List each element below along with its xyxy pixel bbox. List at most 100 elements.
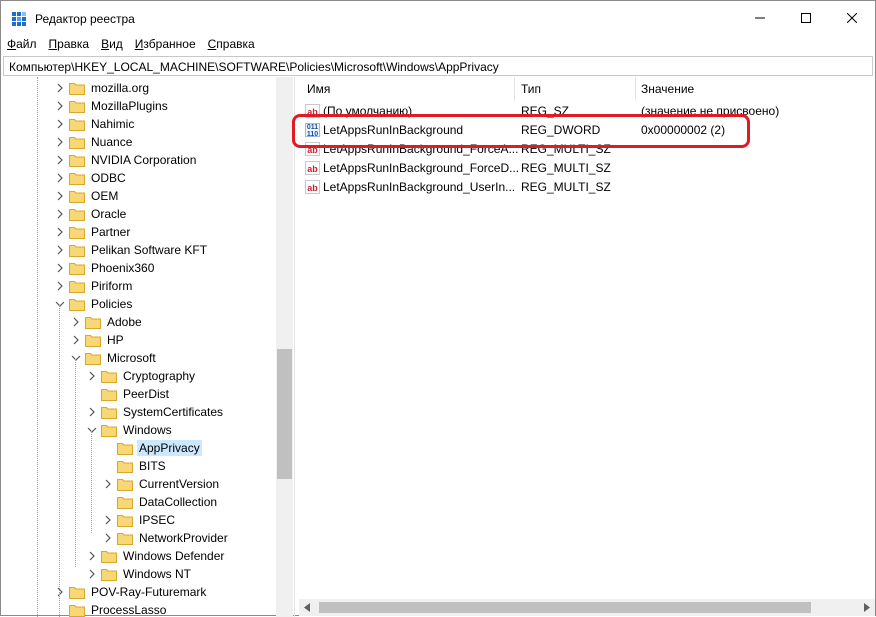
menu-file[interactable]: Файл xyxy=(1,35,43,55)
chevron-right-icon[interactable] xyxy=(71,335,81,345)
chevron-right-icon[interactable] xyxy=(55,587,65,597)
chevron-right-icon[interactable] xyxy=(55,281,65,291)
tree-item-label: Phoenix360 xyxy=(91,261,155,275)
column-type-header[interactable]: Тип xyxy=(521,82,541,100)
chevron-right-icon[interactable] xyxy=(55,101,65,111)
tree-item[interactable]: Phoenix360 xyxy=(55,259,156,277)
tree-item[interactable]: Windows xyxy=(87,421,174,439)
close-button[interactable] xyxy=(829,1,875,35)
tree-item[interactable]: BITS xyxy=(103,457,168,475)
chevron-right-icon[interactable] xyxy=(71,317,81,327)
tree-item[interactable]: OEM xyxy=(55,187,120,205)
tree-item[interactable]: MozillaPlugins xyxy=(55,97,170,115)
tree-item[interactable]: Policies xyxy=(55,295,134,313)
blank-icon xyxy=(103,443,113,453)
chevron-right-icon[interactable] xyxy=(87,569,97,579)
folder-icon xyxy=(117,442,133,455)
menu-edit[interactable]: Правка xyxy=(43,35,96,55)
folder-icon xyxy=(69,604,85,617)
scroll-right-icon[interactable] xyxy=(863,603,871,612)
tree-item[interactable]: Nuance xyxy=(55,133,134,151)
folder-icon xyxy=(101,550,117,563)
folder-icon xyxy=(69,190,85,203)
tree-item[interactable]: ODBC xyxy=(55,169,128,187)
column-divider[interactable] xyxy=(514,77,515,101)
values-scroll-thumb[interactable] xyxy=(319,602,811,613)
chevron-right-icon[interactable] xyxy=(103,533,113,543)
tree-item[interactable]: Windows Defender xyxy=(87,547,226,565)
folder-icon xyxy=(101,568,117,581)
column-divider[interactable] xyxy=(635,77,636,101)
tree-item[interactable]: mozilla.org xyxy=(55,79,151,97)
tree-item[interactable]: DataCollection xyxy=(103,493,219,511)
tree-item[interactable]: PeerDist xyxy=(87,385,171,403)
folder-icon xyxy=(69,136,85,149)
chevron-right-icon[interactable] xyxy=(55,191,65,201)
chevron-right-icon[interactable] xyxy=(55,155,65,165)
menu-help[interactable]: Справка xyxy=(202,35,261,55)
chevron-right-icon[interactable] xyxy=(55,173,65,183)
tree-item[interactable]: Microsoft xyxy=(71,349,158,367)
tree-scroll-thumb[interactable] xyxy=(277,349,292,479)
tree-item-label: Pelikan Software KFT xyxy=(91,243,208,257)
tree-item[interactable]: Cryptography xyxy=(87,367,197,385)
chevron-right-icon[interactable] xyxy=(87,371,97,381)
column-data-header[interactable]: Значение xyxy=(641,82,694,100)
folder-icon xyxy=(69,118,85,131)
column-name-header[interactable]: Имя xyxy=(307,82,330,100)
tree-item[interactable]: Partner xyxy=(55,223,132,241)
maximize-button[interactable] xyxy=(783,1,829,35)
chevron-right-icon[interactable] xyxy=(55,137,65,147)
tree-item[interactable]: ProcessLasso xyxy=(55,601,168,617)
tree-item[interactable]: IPSEC xyxy=(103,511,177,529)
blank-icon xyxy=(87,389,97,399)
tree-item-label: PeerDist xyxy=(123,387,170,401)
chevron-right-icon[interactable] xyxy=(87,551,97,561)
tree-item[interactable]: Adobe xyxy=(71,313,144,331)
chevron-down-icon[interactable] xyxy=(71,353,81,363)
scroll-left-icon[interactable] xyxy=(303,603,311,612)
chevron-right-icon[interactable] xyxy=(103,515,113,525)
chevron-down-icon[interactable] xyxy=(87,425,97,435)
menu-view[interactable]: Вид xyxy=(95,35,129,55)
chevron-right-icon[interactable] xyxy=(55,209,65,219)
chevron-right-icon[interactable] xyxy=(103,479,113,489)
tree-item[interactable]: HP xyxy=(71,331,126,349)
folder-icon xyxy=(69,226,85,239)
menu-favorites[interactable]: Избранное xyxy=(129,35,202,55)
tree-item[interactable]: NetworkProvider xyxy=(103,529,230,547)
folder-icon xyxy=(101,370,117,383)
chevron-right-icon[interactable] xyxy=(55,119,65,129)
chevron-right-icon[interactable] xyxy=(55,227,65,237)
title-bar[interactable]: Редактор реестра xyxy=(1,1,875,35)
tree-item[interactable]: Pelikan Software KFT xyxy=(55,241,209,259)
key-tree[interactable]: mozilla.org MozillaPlugins Nahimic Nuance NV… xyxy=(3,77,295,617)
folder-icon xyxy=(85,334,101,347)
tree-item[interactable]: SystemCertificates xyxy=(87,403,225,421)
tree-item[interactable]: Windows NT xyxy=(87,565,193,583)
value-row[interactable]: ab LetAppsRunInBackground_UserIn... REG_MU… xyxy=(299,178,859,197)
value-row[interactable]: ab LetAppsRunInBackground_ForceD... REG_MU… xyxy=(299,159,859,178)
address-bar[interactable]: Компьютер\HKEY_LOCAL_MACHINE\SOFTWARE\Po… xyxy=(3,56,873,76)
chevron-down-icon[interactable] xyxy=(55,299,65,309)
chevron-right-icon[interactable] xyxy=(55,245,65,255)
folder-icon xyxy=(69,100,85,113)
tree-item[interactable]: Nahimic xyxy=(55,115,136,133)
tree-item[interactable]: Piriform xyxy=(55,277,134,295)
chevron-right-icon[interactable] xyxy=(55,83,65,93)
value-type: REG_MULTI_SZ xyxy=(521,180,611,194)
tree-item-label: Nahimic xyxy=(91,117,135,131)
tree-item[interactable]: NVIDIA Corporation xyxy=(55,151,198,169)
chevron-right-icon[interactable] xyxy=(55,263,65,273)
tree-item[interactable]: AppPrivacy xyxy=(103,439,202,457)
tree-item[interactable]: CurrentVersion xyxy=(103,475,221,493)
tree-guide-line xyxy=(75,359,76,567)
folder-icon xyxy=(101,424,117,437)
tree-item[interactable]: Oracle xyxy=(55,205,128,223)
tree-guide-line xyxy=(91,431,92,533)
chevron-right-icon[interactable] xyxy=(87,407,97,417)
minimize-button[interactable] xyxy=(737,1,783,35)
tree-vertical-scrollbar[interactable] xyxy=(276,77,293,617)
tree-item[interactable]: POV-Ray-Futuremark xyxy=(55,583,208,601)
tree-guide-line xyxy=(59,305,60,617)
